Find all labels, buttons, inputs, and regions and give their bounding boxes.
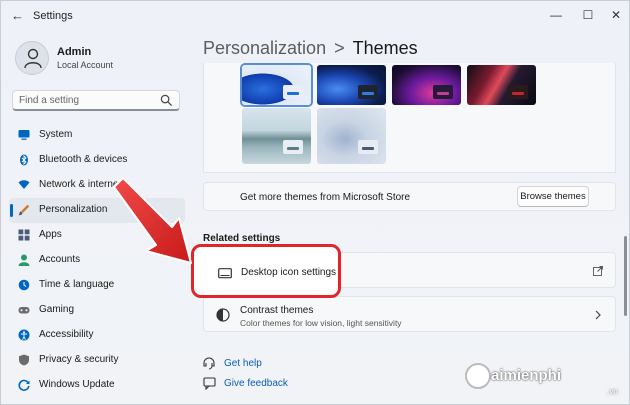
maximize-button[interactable]: ☐ [573,5,603,25]
sidebar-item-system[interactable]: System [9,123,185,148]
settings-window: ← Settings — ☐ ✕ Admin Local Account Fin… [0,0,630,405]
theme-thumbnail-windows-light[interactable] [242,65,311,105]
desktop-icon-settings-label: Desktop icon settings [241,267,337,278]
sidebar-item-accounts[interactable]: Accounts [9,248,185,273]
minimize-button[interactable]: — [541,5,571,25]
bluetooth-icon [20,154,28,166]
feedback-icon [203,377,216,390]
sidebar-item-label: Accounts [39,254,81,265]
sidebar-item-accessibility[interactable]: Accessibility [9,323,185,348]
scrollbar-thumb[interactable] [624,236,627,316]
watermark-logo [465,363,491,389]
theme-preview-window [283,140,303,154]
watermark-brand: aimienphi [491,367,562,384]
sidebar-item-gaming[interactable]: Gaming [9,298,185,323]
sidebar-item-label: Time & language [39,279,115,290]
sidebar-item-label: Personalization [39,204,108,215]
theme-preview-window [433,85,453,99]
active-indicator [10,204,13,217]
sidebar-item-label: Network & internet [39,179,122,190]
sidebar-item-label: Windows Update [39,379,115,390]
apps-icon [18,229,30,241]
title-bar: ← Settings — ☐ ✕ [1,1,630,31]
update-icon [18,379,30,391]
browse-themes-button[interactable]: Browse themes [517,186,589,207]
chevron-right-icon [595,310,601,320]
accessibility-icon [18,329,30,341]
wifi-icon [18,180,30,189]
app-title: Settings [33,10,73,22]
avatar[interactable] [15,41,49,75]
sidebar-item-network[interactable]: Network & internet [9,173,185,198]
sidebar-item-label: Privacy & security [39,354,119,365]
give-feedback-label: Give feedback [224,378,288,389]
back-arrow-icon[interactable]: ← [11,9,25,23]
related-settings-heading: Related settings [203,233,281,244]
shield-icon [19,354,29,366]
sidebar-item-windows-update[interactable]: Windows Update [9,373,185,398]
theme-thumbnail-captured-motion[interactable] [467,65,536,105]
sidebar-item-label: Bluetooth & devices [39,154,128,165]
theme-preview-window [508,85,528,99]
sidebar-item-personalization[interactable]: Personalization [9,198,185,223]
get-help-label: Get help [224,358,262,369]
sidebar-item-label: Apps [39,229,62,240]
open-external-icon [593,266,603,276]
contrast-themes-subtitle: Color themes for low vision, light sensi… [240,318,402,328]
sidebar-item-label: System [39,129,73,140]
theme-thumbnail-flow[interactable] [317,108,386,164]
sidebar-item-label: Gaming [39,304,75,315]
sidebar-item-apps[interactable]: Apps [9,223,185,248]
profile-account-type: Local Account [57,60,114,70]
person-icon [18,254,30,266]
help-icon [203,357,215,370]
brush-icon [18,204,30,216]
contrast-icon [216,308,230,322]
breadcrumb-parent[interactable]: Personalization [203,38,326,58]
globe-clock-icon [18,279,30,291]
person-icon [24,48,42,69]
sidebar-item-label: Accessibility [39,329,94,340]
theme-thumbnail-windows-dark[interactable] [317,65,386,105]
controller-icon [18,307,30,314]
theme-preview-window [358,85,378,99]
themes-gallery [203,63,616,173]
close-button[interactable]: ✕ [601,5,630,25]
theme-preview-window [358,140,378,154]
store-text: Get more themes from Microsoft Store [240,192,411,203]
theme-preview-window [283,85,303,99]
desktop-icon-settings-callout[interactable]: Desktop icon settings [191,244,341,298]
theme-thumbnail-glow[interactable] [392,65,461,105]
contrast-themes-row[interactable]: Contrast themes Color themes for low vis… [203,296,616,332]
contrast-themes-title: Contrast themes [240,305,314,316]
get-more-themes-row: Get more themes from Microsoft Store Bro… [203,182,616,211]
search-icon [160,94,173,107]
profile-name: Admin [57,46,92,58]
monitor-icon [18,130,30,140]
watermark-tld: .vn [607,387,618,396]
search-placeholder: Find a setting [19,95,80,106]
theme-thumbnail-sunrise[interactable] [242,108,311,164]
sidebar-item-time-language[interactable]: Time & language [9,273,185,298]
page-title: Themes [352,38,418,58]
sidebar-item-privacy-security[interactable]: Privacy & security [9,348,185,373]
breadcrumb-separator: > [334,38,345,58]
search-input[interactable]: Find a setting [12,90,180,111]
desktop-icon [218,268,232,279]
sidebar-item-bluetooth[interactable]: Bluetooth & devices [9,148,185,173]
sidebar-nav: System Bluetooth & devices Network & int… [9,123,185,398]
breadcrumb: Personalization > Themes [203,38,418,59]
